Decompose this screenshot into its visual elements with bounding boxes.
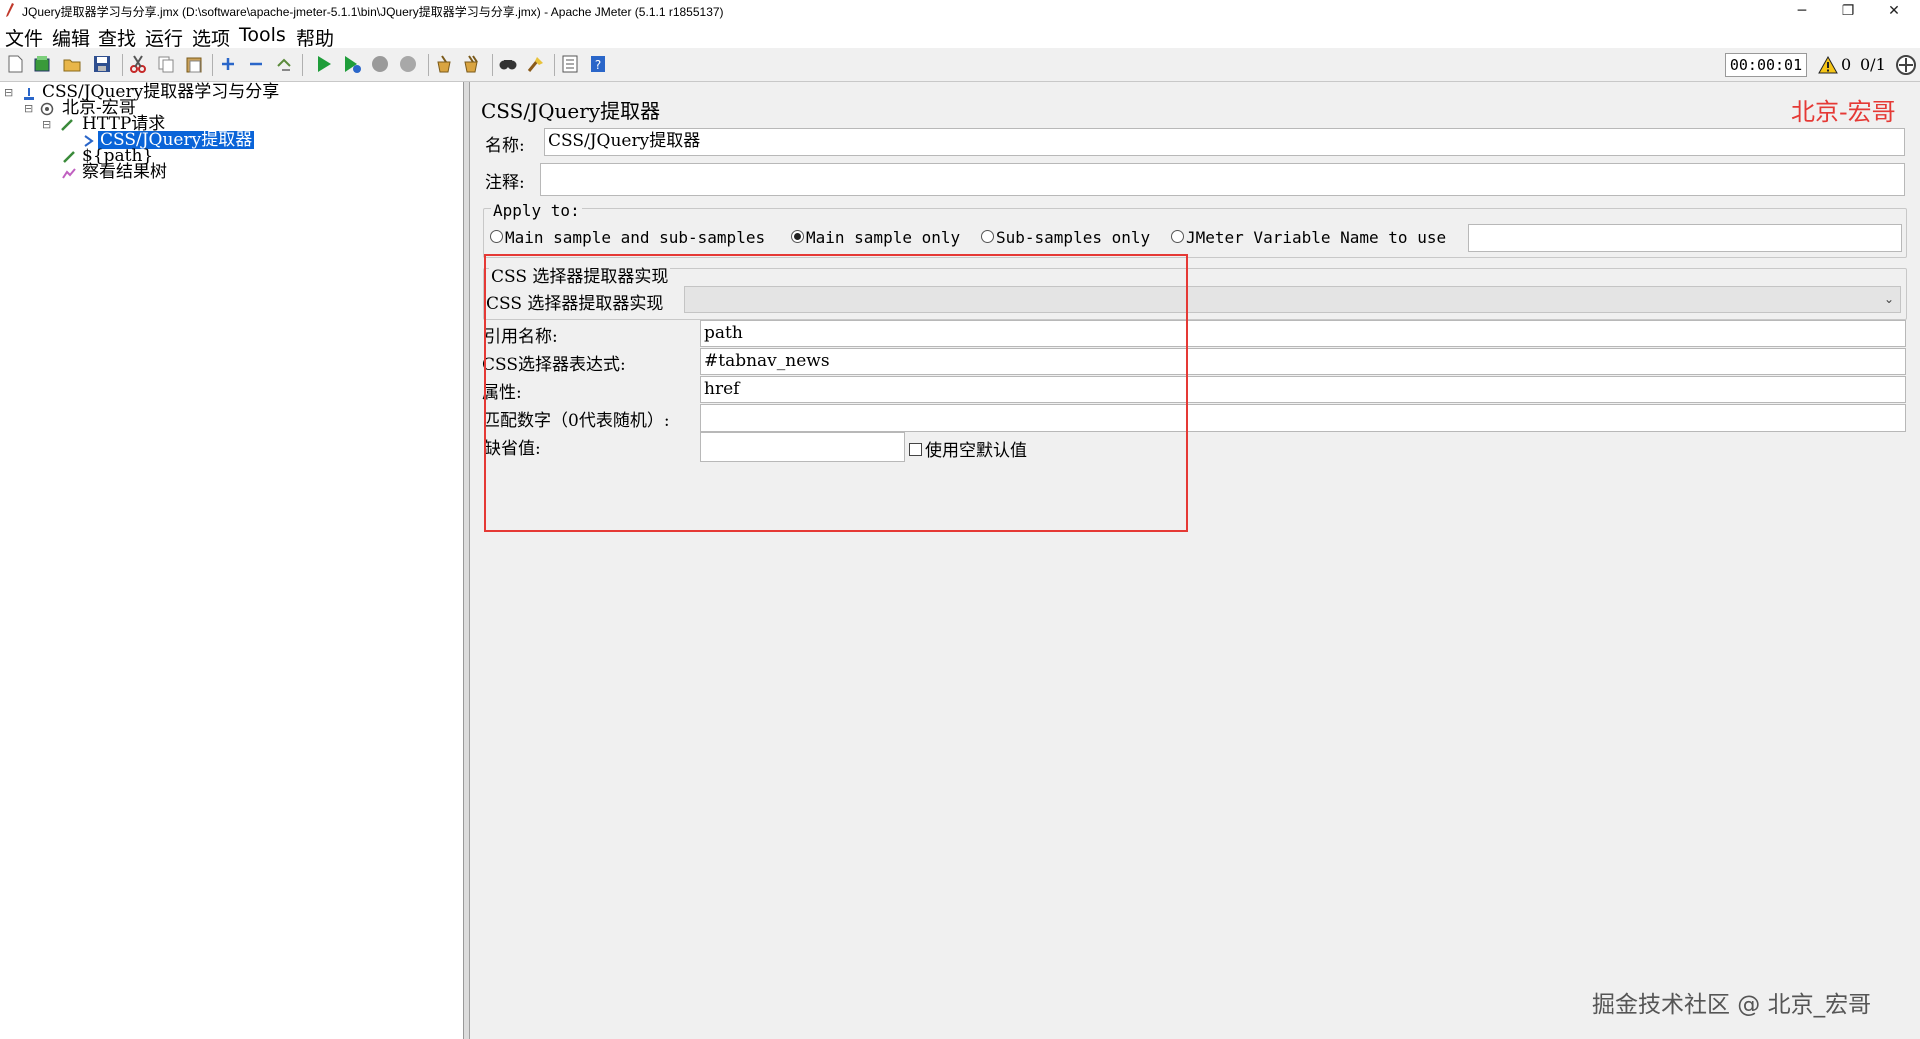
test-plan-icon	[24, 88, 34, 100]
toggle-icon[interactable]	[274, 54, 294, 74]
http-request-icon	[61, 119, 73, 131]
comment-label: 注释:	[485, 173, 525, 193]
close-button[interactable]: ✕	[1872, 0, 1916, 22]
help-icon[interactable]: ?	[588, 54, 608, 74]
radio-sub-only[interactable]: Sub-samples only	[981, 228, 1150, 247]
radio-jmeter-variable[interactable]: JMeter Variable Name to use	[1171, 228, 1446, 247]
open-icon[interactable]	[62, 54, 82, 74]
thread-group-icon	[40, 102, 54, 116]
clear-all-icon[interactable]	[462, 54, 482, 74]
error-count: 0	[1841, 55, 1852, 74]
menu-help[interactable]: 帮助	[296, 24, 334, 51]
tree-collapse-toggle[interactable]: ⊟	[42, 118, 51, 131]
comment-input[interactable]	[540, 163, 1905, 196]
start-no-pause-icon[interactable]	[342, 54, 362, 74]
menu-bar: 文件 编辑 查找 运行 选项 Tools 帮助	[0, 22, 1920, 51]
collapse-icon[interactable]	[246, 54, 266, 74]
panel-title: CSS/JQuery提取器	[481, 99, 661, 123]
save-icon[interactable]	[92, 54, 112, 74]
chevron-down-icon[interactable]: ⌄	[1884, 287, 1894, 311]
search-icon[interactable]	[498, 54, 518, 74]
clear-icon[interactable]	[434, 54, 454, 74]
start-icon[interactable]	[314, 54, 334, 74]
toolbar: ? 00:00:01 0 0/1	[0, 48, 1920, 82]
jmeter-variable-input[interactable]	[1468, 224, 1902, 252]
name-label: 名称:	[485, 136, 525, 156]
radio-main-only[interactable]: Main sample only	[791, 228, 960, 247]
active-threads: 0/1	[1860, 55, 1886, 74]
shutdown-icon[interactable]	[398, 54, 418, 74]
tree-collapse-toggle[interactable]: ⊟	[24, 102, 33, 115]
tree-collapse-toggle[interactable]: ⊟	[4, 86, 13, 99]
restore-button[interactable]: ❐	[1826, 0, 1870, 22]
results-tree-icon	[62, 168, 76, 179]
warning-icon[interactable]	[1818, 56, 1838, 74]
menu-edit[interactable]: 编辑	[52, 24, 90, 51]
elapsed-timer: 00:00:01	[1725, 53, 1807, 77]
reset-search-icon[interactable]	[526, 54, 546, 74]
name-input[interactable]: CSS/JQuery提取器	[544, 128, 1905, 156]
menu-file[interactable]: 文件	[5, 24, 43, 51]
new-icon[interactable]	[5, 54, 25, 74]
menu-tools[interactable]: Tools	[239, 24, 286, 46]
window-title: JQuery提取器学习与分享.jmx (D:\software\apache-j…	[22, 5, 724, 19]
stop-icon[interactable]	[370, 54, 390, 74]
svg-text:?: ?	[595, 58, 601, 72]
menu-options[interactable]: 选项	[192, 24, 230, 51]
radio-main-and-sub[interactable]: Main sample and sub-samples	[490, 228, 765, 247]
highlight-box	[484, 254, 1188, 532]
menu-search[interactable]: 查找	[98, 24, 136, 51]
jmeter-feather-icon	[6, 3, 14, 17]
function-helper-icon[interactable]	[560, 54, 580, 74]
test-plan-tree: ⊟ CSS/JQuery提取器学习与分享 ⊟ 北京-宏哥 ⊟ HTTP请求 CS…	[0, 82, 464, 1039]
templates-icon[interactable]	[32, 54, 52, 74]
watermark: 掘金技术社区 @ 北京_宏哥	[1592, 992, 1872, 1018]
apply-to-label: Apply to:	[491, 201, 582, 220]
brand-label: 北京-宏哥	[1791, 98, 1896, 126]
copy-icon[interactable]	[156, 54, 176, 74]
paste-icon[interactable]	[184, 54, 204, 74]
cut-icon[interactable]	[128, 54, 148, 74]
minimize-button[interactable]: ─	[1780, 0, 1824, 22]
title-bar: JQuery提取器学习与分享.jmx (D:\software\apache-j…	[0, 0, 1920, 22]
menu-run[interactable]: 运行	[145, 24, 183, 51]
remote-status-icon[interactable]	[1895, 54, 1917, 76]
tree-node-view-results-tree[interactable]: 察看结果树	[82, 163, 167, 181]
expand-icon[interactable]	[218, 54, 238, 74]
panel-splitter[interactable]	[464, 82, 470, 1039]
debug-sampler-icon	[63, 151, 75, 163]
